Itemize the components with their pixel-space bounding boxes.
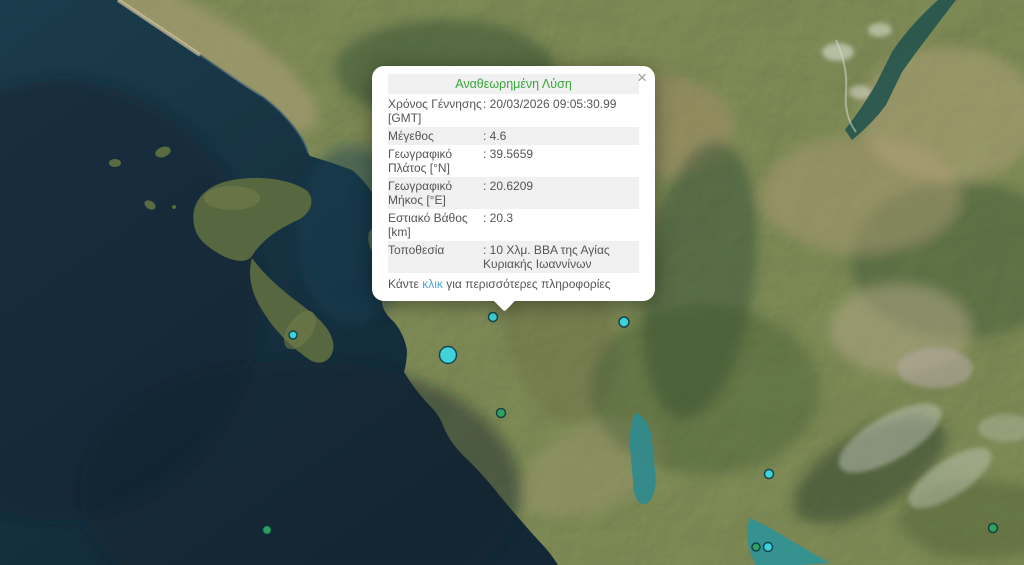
earthquake-marker[interactable] (497, 409, 506, 418)
popup-row: Γεωγραφικό Πλάτος [°N]: 39.5659 (388, 145, 639, 177)
popup-title: Αναθεωρημένη Λύση (388, 74, 639, 94)
popup-row-label: Τοποθεσία (388, 243, 483, 271)
more-info-link[interactable]: κλικ (422, 277, 443, 291)
popup-row-value: : 4.6 (483, 129, 639, 143)
earthquake-marker[interactable] (752, 543, 760, 551)
earthquake-marker[interactable] (489, 313, 498, 322)
earthquake-marker[interactable] (765, 470, 774, 479)
popup-row-value: : 20/03/2026 09:05:30.99 (483, 97, 639, 125)
popup-row-label: Μέγεθος (388, 129, 483, 143)
earthquake-marker[interactable] (263, 526, 272, 535)
footer-text-prefix: Κάντε (388, 277, 422, 291)
popup-footer: Κάντε κλικ για περισσότερες πληροφορίες (388, 277, 639, 292)
popup-row: Χρόνος Γέννησης [GMT]: 20/03/2026 09:05:… (388, 95, 639, 127)
popup-row-value: : 10 Χλμ. ΒΒΑ της Αγίας Κυριακής Ιωαννίν… (483, 243, 639, 271)
popup-row-label: Χρόνος Γέννησης [GMT] (388, 97, 483, 125)
earthquake-marker[interactable] (619, 317, 629, 327)
footer-text-suffix: για περισσότερες πληροφορίες (443, 277, 611, 291)
popup-row-label: Εστιακό Βάθος [km] (388, 211, 483, 239)
popup-row: Μέγεθος: 4.6 (388, 127, 639, 145)
popup-row: Γεωγραφικό Μήκος [°E]: 20.6209 (388, 177, 639, 209)
earthquake-marker[interactable] (764, 543, 773, 552)
popup-row-label: Γεωγραφικό Μήκος [°E] (388, 179, 483, 207)
earthquake-marker[interactable] (440, 347, 457, 364)
popup-row-value: : 39.5659 (483, 147, 639, 175)
popup-row: Εστιακό Βάθος [km]: 20.3 (388, 209, 639, 241)
popup-row-value: : 20.3 (483, 211, 639, 239)
earthquake-marker[interactable] (289, 331, 297, 339)
map-viewport: × Αναθεωρημένη Λύση Χρόνος Γέννησης [GMT… (0, 0, 1024, 565)
close-icon[interactable]: × (637, 69, 647, 86)
earthquake-popup: × Αναθεωρημένη Λύση Χρόνος Γέννησης [GMT… (372, 66, 655, 301)
earthquake-marker[interactable] (989, 524, 998, 533)
popup-row-value: : 20.6209 (483, 179, 639, 207)
popup-row: Τοποθεσία: 10 Χλμ. ΒΒΑ της Αγίας Κυριακή… (388, 241, 639, 273)
popup-row-label: Γεωγραφικό Πλάτος [°N] (388, 147, 483, 175)
popup-rows: Χρόνος Γέννησης [GMT]: 20/03/2026 09:05:… (388, 95, 639, 273)
